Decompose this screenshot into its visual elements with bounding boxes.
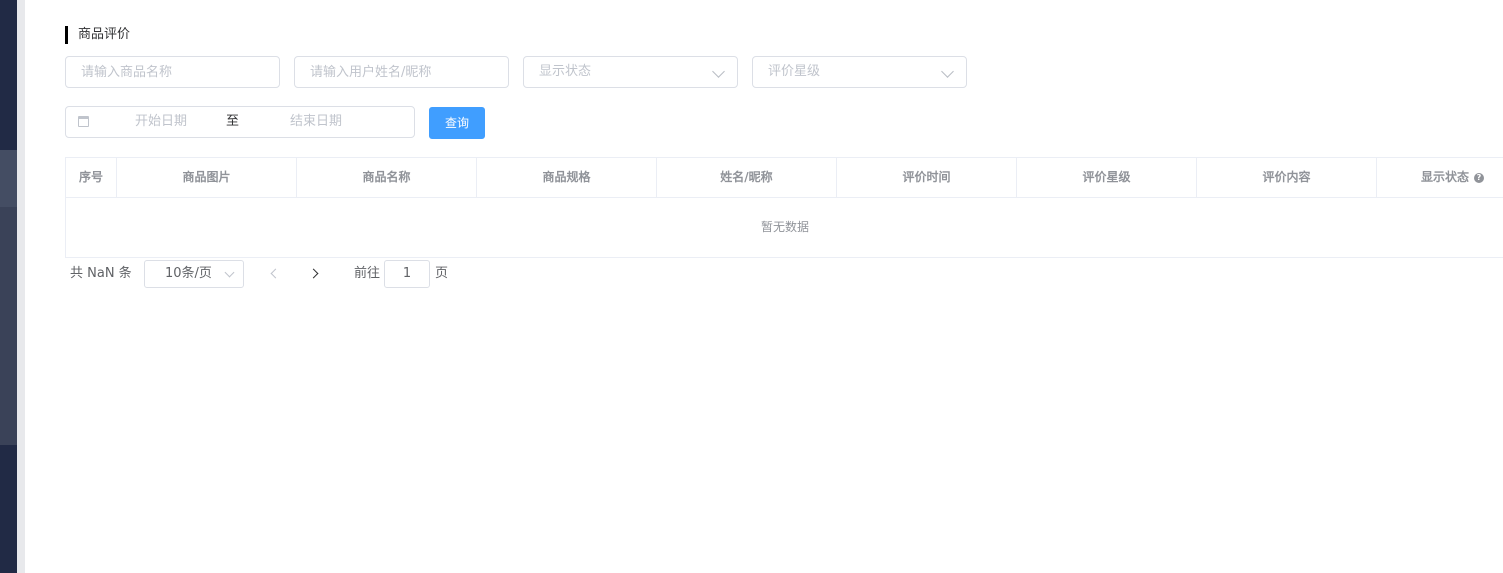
empty-state-text: 暂无数据 bbox=[760, 220, 809, 234]
page-title: 商品评价 bbox=[65, 26, 130, 44]
sidebar-submenu bbox=[0, 207, 17, 445]
product-name-field[interactable] bbox=[65, 56, 280, 88]
column-header-user-name: 姓名/昵称 bbox=[657, 158, 837, 197]
sidebar bbox=[0, 0, 17, 573]
user-name-input[interactable] bbox=[295, 57, 508, 87]
chevron-right-icon[interactable] bbox=[308, 268, 319, 279]
help-icon[interactable]: ? bbox=[1474, 172, 1484, 183]
page-unit-label: 页 bbox=[435, 266, 449, 281]
user-name-field[interactable] bbox=[294, 56, 509, 88]
column-header-product-image: 商品图片 bbox=[117, 158, 297, 197]
pagination: 共 NaN 条 10条/页 前往 1 页 bbox=[65, 260, 565, 288]
date-start-input[interactable]: 开始日期 bbox=[111, 107, 211, 137]
chevron-down-icon bbox=[712, 65, 725, 78]
product-name-input[interactable] bbox=[66, 57, 279, 87]
page-size-select[interactable]: 10条/页 bbox=[144, 260, 244, 288]
display-status-select[interactable]: 显示状态 bbox=[523, 56, 738, 88]
date-end-input[interactable]: 结束日期 bbox=[266, 107, 366, 137]
column-header-product-spec: 商品规格 bbox=[477, 158, 657, 197]
goto-page-input[interactable]: 1 bbox=[384, 260, 430, 288]
display-status-placeholder: 显示状态 bbox=[539, 64, 592, 79]
query-button[interactable]: 查询 bbox=[429, 107, 485, 139]
sidebar-divider bbox=[17, 0, 25, 573]
column-header-display-status: 显示状态? bbox=[1377, 158, 1503, 197]
column-header-review-content: 评价内容 bbox=[1197, 158, 1377, 197]
column-header-review-time: 评价时间 bbox=[837, 158, 1017, 197]
column-header-rating: 评价星级 bbox=[1017, 158, 1197, 197]
date-range-picker[interactable]: 开始日期 至 结束日期 bbox=[65, 106, 415, 138]
column-header-display-status-label: 显示状态 bbox=[1420, 170, 1469, 184]
column-header-index: 序号 bbox=[66, 158, 117, 197]
reviews-table: 序号 商品图片 商品名称 商品规格 姓名/昵称 评价时间 评价星级 评价内容 显… bbox=[65, 157, 1503, 258]
goto-label: 前往 bbox=[354, 266, 381, 281]
chevron-down-icon bbox=[224, 267, 235, 278]
column-header-product-name: 商品名称 bbox=[297, 158, 477, 197]
calendar-icon bbox=[78, 116, 89, 127]
date-range-separator: 至 bbox=[226, 114, 240, 129]
table-header: 序号 商品图片 商品名称 商品规格 姓名/昵称 评价时间 评价星级 评价内容 显… bbox=[66, 158, 1503, 198]
main-content: 商品评价 显示状态 评价星级 开始日期 至 结束日期 查询 序号 商品图片 商品… bbox=[25, 0, 1503, 573]
pagination-total: 共 NaN 条 bbox=[70, 266, 132, 281]
rating-select[interactable]: 评价星级 bbox=[752, 56, 967, 88]
chevron-left-icon[interactable] bbox=[270, 268, 281, 279]
rating-placeholder: 评价星级 bbox=[768, 64, 821, 79]
page-size-value: 10条/页 bbox=[165, 266, 212, 281]
sidebar-active-item[interactable] bbox=[0, 150, 17, 207]
chevron-down-icon bbox=[941, 65, 954, 78]
